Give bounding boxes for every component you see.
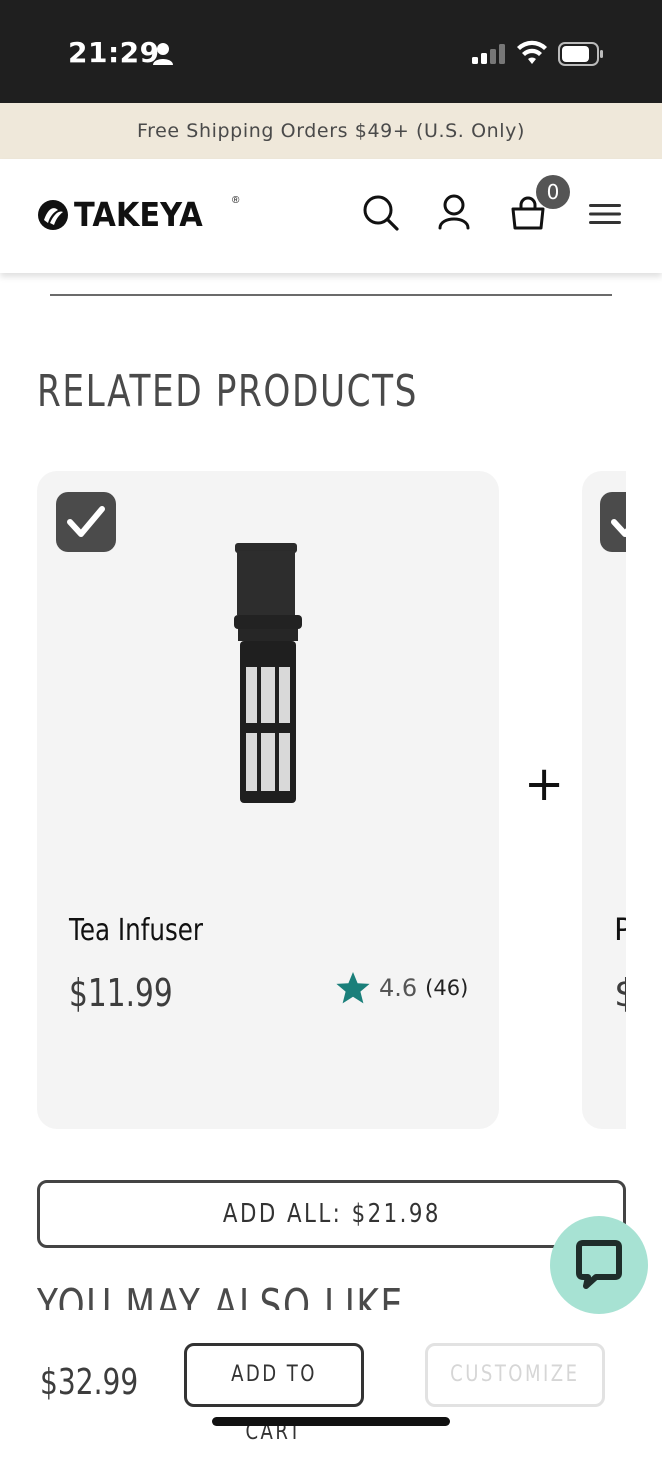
chat-icon	[576, 1240, 622, 1289]
product-card-second[interactable]: P $	[582, 471, 626, 1129]
product-name-second[interactable]: P	[614, 913, 626, 948]
section-divider	[50, 294, 612, 296]
cart-count-badge: 0	[536, 175, 570, 209]
account-icon[interactable]	[437, 194, 471, 230]
add-all-label: ADD ALL: $21.98	[222, 1199, 441, 1229]
logo-text: TAKEYA	[74, 195, 203, 234]
checkmark-icon	[611, 519, 626, 537]
product-price: $11.99	[69, 971, 173, 1015]
current-price: $32.99	[40, 1362, 139, 1403]
status-bar: 21:29	[0, 0, 662, 103]
promo-banner: Free Shipping Orders $49+ (U.S. Only)	[0, 103, 662, 159]
rating-value: 4.6	[379, 974, 418, 1002]
related-products-title: RELATED PRODUCTS	[37, 366, 419, 417]
add-to-cart-button[interactable]: ADD TO CART	[184, 1343, 364, 1445]
select-checkbox-second[interactable]	[600, 492, 626, 552]
product-card-tea-infuser[interactable]: Tea Infuser $11.99 4.6 (46)	[37, 471, 499, 1129]
product-name[interactable]: Tea Infuser	[69, 913, 203, 948]
product-rating[interactable]: 4.6 (46)	[335, 971, 468, 1005]
you-may-also-like-title: YOU MAY ALSO LIKE	[37, 1284, 404, 1310]
logo-registered-mark: ®	[232, 195, 240, 206]
select-checkbox[interactable]	[56, 492, 116, 552]
site-header: TAKEYA ®	[0, 159, 662, 273]
add-all-button[interactable]: ADD ALL: $21.98	[37, 1180, 626, 1248]
person-icon	[153, 43, 173, 65]
takeya-logo[interactable]: TAKEYA ®	[36, 195, 239, 234]
search-icon[interactable]	[362, 194, 400, 232]
add-to-cart-label: ADD TO CART	[231, 1362, 317, 1445]
wifi-icon	[517, 40, 547, 64]
status-time: 21:29	[68, 36, 160, 69]
plus-icon: +	[524, 756, 565, 812]
customize-button[interactable]: CUSTOMIZE	[425, 1343, 605, 1407]
review-count: (46)	[425, 976, 469, 1000]
star-icon	[336, 972, 370, 1004]
chat-button[interactable]	[550, 1216, 648, 1314]
battery-icon	[558, 42, 603, 66]
customize-label: CUSTOMIZE	[450, 1362, 580, 1387]
tea-infuser-image	[234, 543, 302, 803]
checkmark-icon	[67, 506, 105, 537]
takeya-logo-icon	[38, 199, 68, 230]
home-indicator	[212, 1417, 450, 1426]
menu-icon[interactable]	[589, 203, 623, 227]
product-price-second: $	[614, 971, 626, 1015]
signal-icon	[472, 44, 505, 64]
